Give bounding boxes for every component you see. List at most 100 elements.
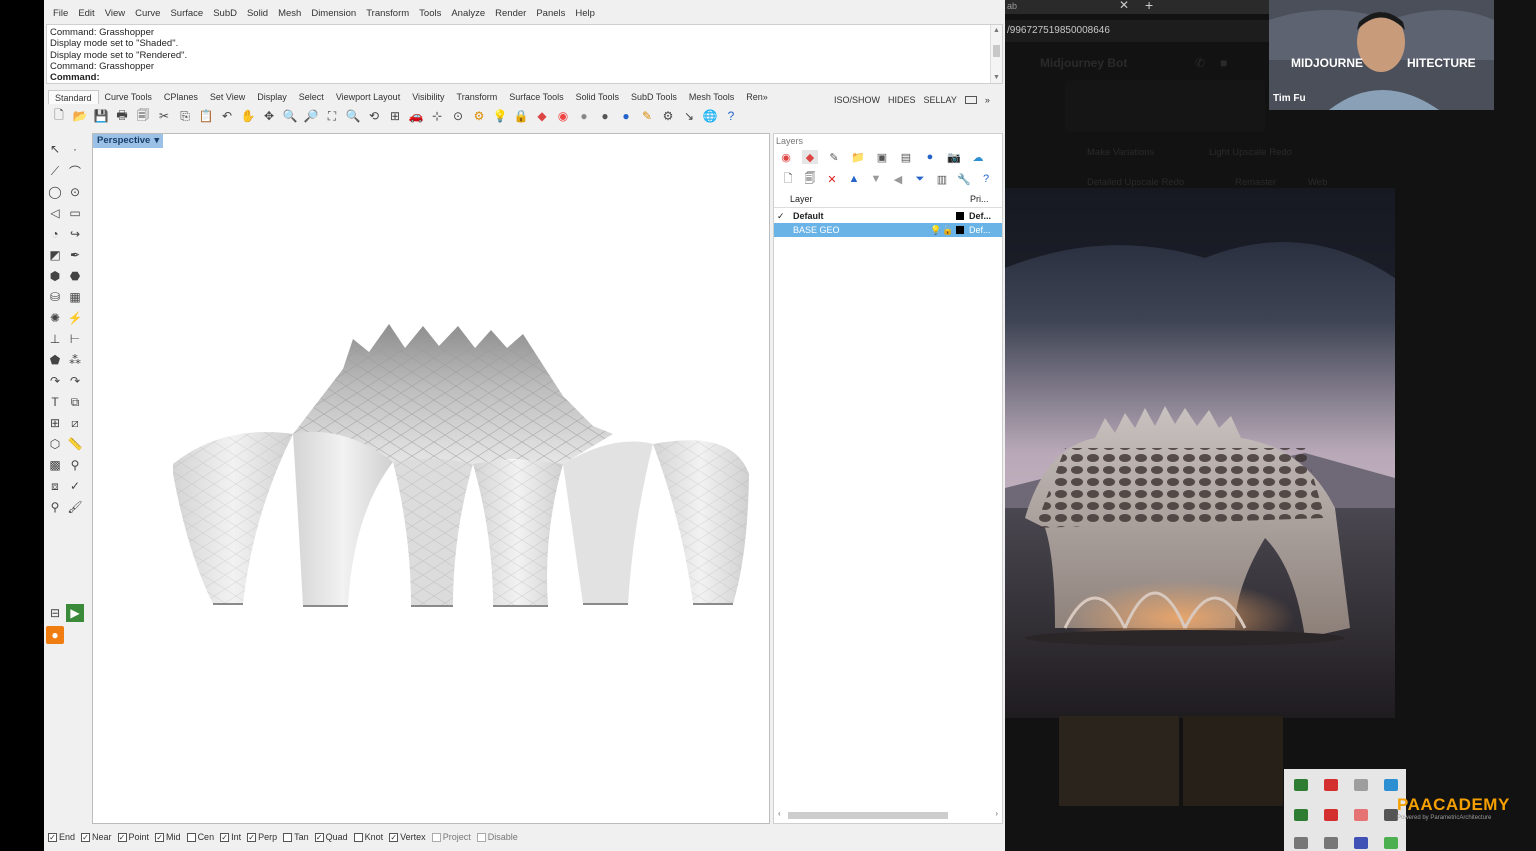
- open-folder-icon[interactable]: 📂: [71, 107, 89, 125]
- point-icon[interactable]: ·: [66, 140, 84, 158]
- tab-visibility[interactable]: Visibility: [406, 90, 450, 104]
- tab-mesh-tools[interactable]: Mesh Tools: [683, 90, 740, 104]
- adobe-icon[interactable]: [1324, 779, 1338, 791]
- checkbox-mid[interactable]: ✓: [155, 832, 165, 842]
- move-view-icon[interactable]: ✥: [260, 107, 278, 125]
- snapshot-icon[interactable]: ⧈: [46, 477, 64, 495]
- snap-vertex[interactable]: ✓ Vertex: [389, 832, 426, 842]
- menu-mesh[interactable]: Mesh: [273, 6, 306, 22]
- hatch-icon[interactable]: ⧉: [66, 393, 84, 411]
- shaded-sphere-icon[interactable]: ●: [575, 107, 593, 125]
- files-tab-icon[interactable]: 📁: [850, 150, 866, 164]
- thumbnail-image[interactable]: [1059, 716, 1179, 806]
- delete-layer-icon[interactable]: ✕: [824, 172, 840, 186]
- detailed-upscale-redo-button[interactable]: Detailed Upscale Redo: [1087, 177, 1184, 188]
- snap-cen[interactable]: Cen: [186, 832, 214, 842]
- lights-icon[interactable]: ✺: [46, 309, 64, 327]
- leader-icon[interactable]: ⊢: [66, 330, 84, 348]
- help-icon[interactable]: ?: [978, 172, 994, 186]
- paint-icon[interactable]: 🖌: [66, 498, 84, 516]
- light-upscale-redo-button[interactable]: Light Upscale Redo: [1209, 147, 1292, 158]
- url-bar[interactable]: /996727519850008646: [1005, 20, 1269, 42]
- color-wheel-icon[interactable]: ◉: [554, 107, 572, 125]
- viewport-layout-icon[interactable]: ⊟: [46, 604, 64, 622]
- tab-render-more[interactable]: Ren»: [740, 90, 774, 104]
- window-icon[interactable]: [964, 96, 977, 104]
- drive-icon[interactable]: [1384, 837, 1398, 849]
- triangle-icon[interactable]: ◁: [46, 204, 64, 222]
- arc-icon[interactable]: ◔: [46, 225, 64, 243]
- polyline-icon[interactable]: ⟋: [46, 162, 64, 180]
- layer-tools-icon[interactable]: ▥: [934, 172, 950, 186]
- rectangle-icon[interactable]: ▭: [66, 204, 84, 222]
- pan-hand-icon[interactable]: ✋: [239, 107, 257, 125]
- cylinder-icon[interactable]: ⛁: [46, 288, 64, 306]
- checkbox-disable[interactable]: [476, 832, 486, 842]
- new-tab-icon[interactable]: +: [1145, 0, 1153, 13]
- thumbnail-image[interactable]: [1183, 716, 1283, 806]
- move-down-icon[interactable]: ▼: [868, 172, 884, 186]
- cursor-icon[interactable]: ↘: [680, 107, 698, 125]
- gumball-icon[interactable]: ⚲: [66, 456, 84, 474]
- named-views-tab-icon[interactable]: ▣: [874, 150, 890, 164]
- array-icon[interactable]: ⁂: [66, 351, 84, 369]
- tab-display[interactable]: Display: [251, 90, 293, 104]
- render-tab-icon[interactable]: ☁: [970, 150, 986, 164]
- snap-disable[interactable]: Disable: [476, 832, 518, 842]
- transform-icon[interactable]: ⬟: [46, 351, 64, 369]
- snap-mid[interactable]: ✓ Mid: [155, 832, 181, 842]
- layer-color-swatch[interactable]: [956, 226, 964, 234]
- tab-solid-tools[interactable]: Solid Tools: [570, 90, 625, 104]
- copy-icon[interactable]: ⎘: [176, 107, 194, 125]
- curve-icon[interactable]: ⌒: [66, 162, 84, 180]
- tab-curve-tools[interactable]: Curve Tools: [99, 90, 158, 104]
- materials-tab-icon[interactable]: ▤: [898, 150, 914, 164]
- light-bulb-icon[interactable]: 💡: [491, 107, 509, 125]
- menu-solid[interactable]: Solid: [242, 6, 273, 22]
- camera-tab-icon[interactable]: 📷: [946, 150, 962, 164]
- snap-near[interactable]: ✓ Near: [81, 832, 112, 842]
- mesh-icon[interactable]: ▦: [66, 288, 84, 306]
- checkbox-near[interactable]: ✓: [81, 832, 91, 842]
- undo-icon[interactable]: ↶: [218, 107, 236, 125]
- recorder-icon[interactable]: [1324, 809, 1338, 821]
- layer-icon[interactable]: ◆: [533, 107, 551, 125]
- checkbox-point[interactable]: ✓: [117, 832, 127, 842]
- menu-view[interactable]: View: [100, 6, 130, 22]
- call-icon[interactable]: ✆: [1195, 56, 1205, 70]
- new-layer-icon[interactable]: 🗋: [780, 172, 796, 186]
- rendered-sphere-icon[interactable]: ●: [596, 107, 614, 125]
- trim-icon[interactable]: ↷: [66, 372, 84, 390]
- select-arrow-icon[interactable]: ↖: [46, 140, 64, 158]
- web-button[interactable]: Web: [1308, 177, 1327, 188]
- analysis-icon[interactable]: ⚡: [66, 309, 84, 327]
- nvidia-settings-icon[interactable]: [1294, 809, 1308, 821]
- more-chevron[interactable]: »: [985, 95, 990, 105]
- pen-icon[interactable]: ✎: [638, 107, 656, 125]
- snap-perp[interactable]: ✓ Perp: [247, 832, 277, 842]
- zoom-window-icon[interactable]: 🔎: [302, 107, 320, 125]
- snap-end[interactable]: ✓ End: [48, 832, 75, 842]
- cplane-icon[interactable]: ⊙: [449, 107, 467, 125]
- move-up-icon[interactable]: ▲: [846, 172, 862, 186]
- ruler-icon[interactable]: 📏: [66, 435, 84, 453]
- tab-set-view[interactable]: Set View: [204, 90, 251, 104]
- layer-row-default[interactable]: ✓ Default Def...: [774, 209, 1002, 223]
- menu-file[interactable]: File: [48, 6, 73, 22]
- grid-array-icon[interactable]: ▩: [46, 456, 64, 474]
- lock-icon[interactable]: 🔓: [942, 223, 953, 237]
- menu-transform[interactable]: Transform: [361, 6, 414, 22]
- block-icon[interactable]: ⧄: [66, 414, 84, 432]
- display-tab-icon[interactable]: ✎: [826, 150, 842, 164]
- zoom-in-icon[interactable]: 🔍: [281, 107, 299, 125]
- menu-curve[interactable]: Curve: [130, 6, 165, 22]
- check-icon[interactable]: ✓: [66, 477, 84, 495]
- tab-select[interactable]: Select: [293, 90, 330, 104]
- snap-point[interactable]: ✓ Point: [117, 832, 149, 842]
- command-prompt[interactable]: Command:: [50, 72, 100, 83]
- sweep-icon[interactable]: ✒: [66, 246, 84, 264]
- search-analysis-icon[interactable]: ⚲: [46, 498, 64, 516]
- checkbox-end[interactable]: ✓: [48, 832, 57, 842]
- tab-subd-tools[interactable]: SubD Tools: [625, 90, 683, 104]
- display-icon[interactable]: [1294, 837, 1308, 849]
